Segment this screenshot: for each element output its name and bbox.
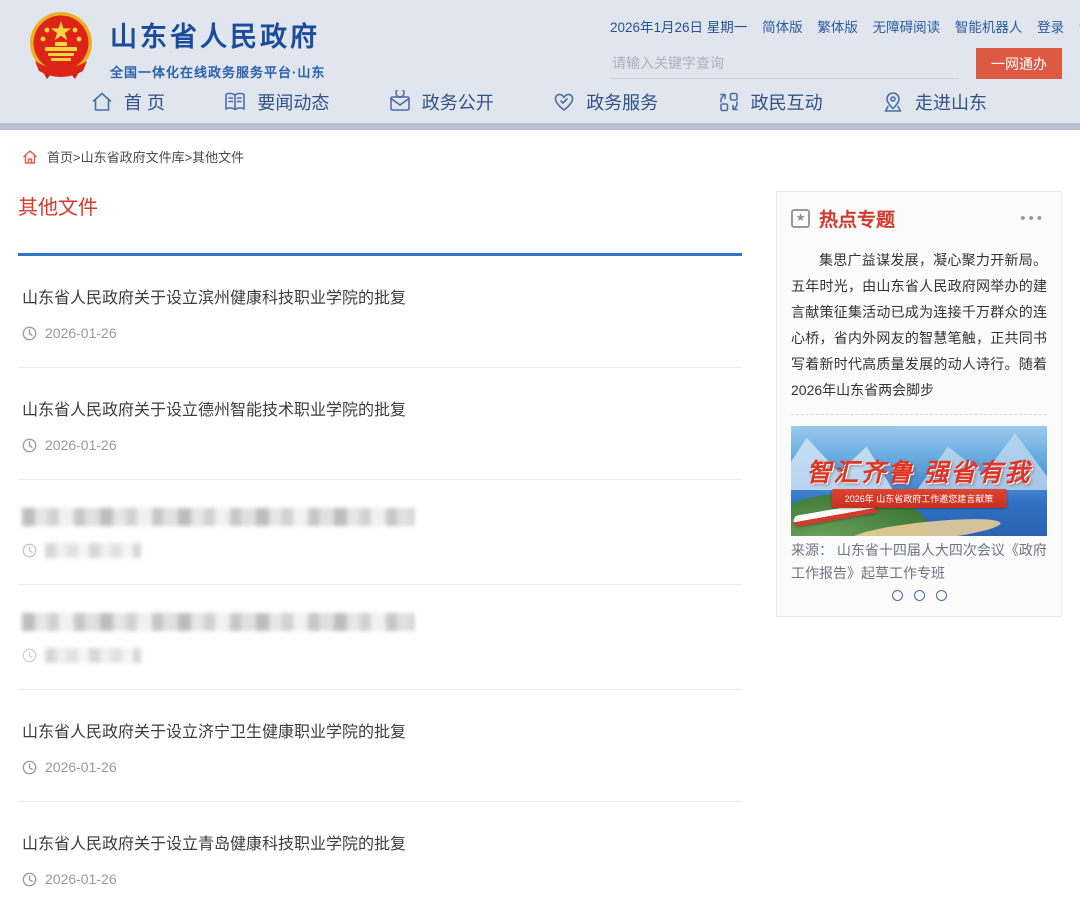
table-row[interactable]: 山东省人民政府关于设立济宁卫生健康职业学院的批复 2026-01-26 <box>18 690 742 802</box>
clock-icon <box>22 543 37 558</box>
clock-icon <box>22 760 37 775</box>
table-row-redacted[interactable] <box>18 585 742 690</box>
carousel-dot[interactable] <box>892 590 903 601</box>
book-icon <box>223 90 247 114</box>
nav-item-services[interactable]: 政务服务 <box>552 89 658 115</box>
carousel-pagination <box>791 590 1047 601</box>
nav-item-home[interactable]: 首 页 <box>90 89 165 115</box>
exchange-icon <box>717 90 741 114</box>
document-date: 2026-01-26 <box>45 325 117 341</box>
heart-icon <box>552 90 576 114</box>
table-row[interactable]: 山东省人民政府关于设立滨州健康科技职业学院的批复 2026-01-26 <box>18 256 742 368</box>
nav-label: 首 页 <box>124 89 165 115</box>
clock-icon <box>22 872 37 887</box>
header-divider-strip <box>0 123 1080 130</box>
document-date: 2026-01-26 <box>45 871 117 887</box>
document-title-link[interactable]: 山东省人民政府关于设立济宁卫生健康职业学院的批复 <box>22 718 742 742</box>
search-input[interactable] <box>610 49 959 79</box>
redacted-document-title <box>22 508 414 526</box>
nav-item-news[interactable]: 要闻动态 <box>223 89 329 115</box>
clock-icon <box>22 648 37 663</box>
site-header: 山东省人民政府 全国一体化在线政务服务平台·山东 2026年1月26日 星期一 … <box>0 0 1080 130</box>
nav-item-disclosure[interactable]: 政务公开 <box>388 89 494 115</box>
site-title: 山东省人民政府 <box>110 15 325 54</box>
current-date: 2026年1月26日 星期一 <box>610 20 747 35</box>
breadcrumb: 首页>山东省政府文件库>其他文件 <box>0 130 1080 166</box>
topic-source-text[interactable]: 来源： 山东省十四届人大四次会议《政府工作报告》起草工作专班 <box>791 539 1047 585</box>
home-icon <box>90 90 114 114</box>
national-emblem-logo <box>25 9 97 81</box>
mail-icon <box>388 90 412 114</box>
link-robot[interactable]: 智能机器人 <box>955 20 1023 35</box>
topic-banner-image[interactable]: 智汇齐鲁 强省有我 2026年 山东省政府工作邀您建言献策 <box>791 426 1047 536</box>
utility-bar: 2026年1月26日 星期一 简体版 繁体版 无障碍阅读 智能机器人 登录 注册 <box>610 16 1062 36</box>
dashed-divider <box>791 414 1047 415</box>
document-title-link[interactable]: 山东省人民政府关于设立青岛健康科技职业学院的批复 <box>22 830 742 854</box>
site-subtitle: 全国一体化在线政务服务平台·山东 <box>110 62 325 81</box>
link-traditional[interactable]: 繁体版 <box>817 20 858 35</box>
nav-label: 政务公开 <box>422 89 494 115</box>
table-row[interactable]: 山东省人民政府关于设立青岛健康科技职业学院的批复 2026-01-26 <box>18 802 742 913</box>
link-simplified[interactable]: 简体版 <box>762 20 803 35</box>
nav-item-interaction[interactable]: 政民互动 <box>717 89 823 115</box>
table-row[interactable]: 山东省人民政府关于设立德州智能技术职业学院的批复 2026-01-26 <box>18 368 742 480</box>
redacted-document-date <box>45 648 141 663</box>
hot-topics-title: 热点专题 <box>819 205 895 232</box>
clock-icon <box>22 438 37 453</box>
home-icon[interactable] <box>22 149 38 165</box>
nav-label: 政民互动 <box>751 89 823 115</box>
carousel-dot[interactable] <box>914 590 925 601</box>
redacted-document-date <box>45 543 141 558</box>
yiwangtongban-button[interactable]: 一网通办 <box>976 48 1062 79</box>
link-login[interactable]: 登录 <box>1037 20 1064 35</box>
breadcrumb-path[interactable]: 首页>山东省政府文件库>其他文件 <box>47 147 244 166</box>
topic-summary-text: 集思广益谋发展，凝心聚力开新局。五年时光，由山东省人民政府网举办的建言献策征集活… <box>791 247 1047 403</box>
banner-ribbon: 2026年 山东省政府工作邀您建言献策 <box>832 489 1007 508</box>
featured-star-icon: ★ <box>791 209 810 228</box>
map-pin-icon <box>881 90 905 114</box>
link-accessibility[interactable]: 无障碍阅读 <box>873 20 941 35</box>
table-row-redacted[interactable] <box>18 480 742 585</box>
hot-topics-panel: ★ 热点专题 ••• 集思广益谋发展，凝心聚力开新局。五年时光，由山东省人民政府… <box>776 191 1062 617</box>
banner-headline: 智汇齐鲁 强省有我 <box>791 453 1047 489</box>
document-date: 2026-01-26 <box>45 437 117 453</box>
nav-item-about[interactable]: 走进山东 <box>881 89 987 115</box>
redacted-document-title <box>22 613 414 631</box>
document-date: 2026-01-26 <box>45 759 117 775</box>
clock-icon <box>22 326 37 341</box>
carousel-dot[interactable] <box>936 590 947 601</box>
nav-label: 要闻动态 <box>257 89 329 115</box>
document-title-link[interactable]: 山东省人民政府关于设立滨州健康科技职业学院的批复 <box>22 284 742 308</box>
page-title: 其他文件 <box>18 191 742 220</box>
nav-label: 政务服务 <box>586 89 658 115</box>
document-title-link[interactable]: 山东省人民政府关于设立德州智能技术职业学院的批复 <box>22 396 742 420</box>
main-nav: 首 页 要闻动态 政务公开 政务服务 政民互动 走进山东 <box>0 81 1080 123</box>
more-options-icon[interactable]: ••• <box>1020 210 1047 227</box>
document-list-section: 其他文件 山东省人民政府关于设立滨州健康科技职业学院的批复 2026-01-26… <box>18 166 742 913</box>
nav-label: 走进山东 <box>915 89 987 115</box>
